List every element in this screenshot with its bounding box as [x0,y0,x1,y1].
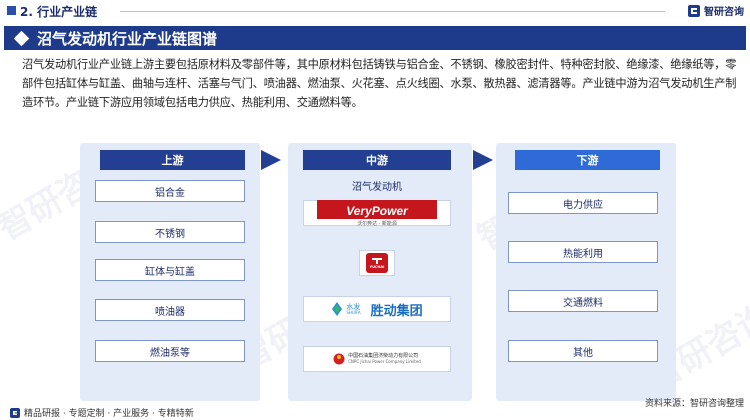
arrow-right-icon [473,150,493,170]
shuifa-logo-icon [332,302,343,316]
cnpc-logo-subtext: CNPC Jichai Power Company Limited [348,358,421,364]
upstream-item: 缸体与缸盖 [95,259,245,281]
midstream-label: 沼气发动机 [352,182,402,193]
arrow-right-icon [261,150,281,170]
data-source: 资料来源：智研咨询整理 [644,399,744,409]
downstream-header: 下游 [515,150,660,170]
yuchai-logo-text: YUCHAI [369,265,385,269]
brand-name: 智研咨询 [704,7,744,18]
downstream-column [496,143,676,401]
footer-logo-icon [10,407,20,418]
shuifa-logo-subtext: SHUIFA [346,309,361,315]
downstream-item: 交通燃料 [508,290,658,312]
brand-logo-icon [688,4,700,17]
upstream-item: 喷油器 [95,299,245,321]
footer-tagline: 精品研报 · 专题定制 · 产业服务 · 专精特新 [24,409,194,419]
shengdong-logo: 水发 SHUIFA 胜动集团 [303,296,451,322]
header-divider [120,11,665,12]
description-paragraph: 沼气发动机行业产业链上游主要包括原材料及零部件等，其中原材料包括铸铁与铝合金、不… [22,58,737,109]
verypower-logo-subtext: 沃尔奔达 · 新能源 [357,220,397,227]
midstream-header: 中游 [303,150,451,170]
page-title: 沼气发动机行业产业链图谱 [37,29,218,48]
title-banner: 沼气发动机行业产业链图谱 [4,26,746,50]
section-marker-icon [7,6,16,15]
upstream-item: 不锈钢 [95,221,245,243]
brand: 智研咨询 [687,3,744,18]
footer: 精品研报 · 专题定制 · 产业服务 · 专精特新 资料来源：智研咨询整理 [0,399,750,420]
verypower-logo-text: VeryPower [346,203,408,218]
section-title: 2. 行业产业链 [20,5,98,19]
downstream-item: 电力供应 [508,192,658,214]
top-header: 2. 行业产业链 智研咨询 [0,0,750,22]
shengdong-logo-text: 胜动集团 [370,303,423,319]
upstream-item: 铝合金 [95,180,245,202]
diamond-icon [13,30,30,46]
downstream-item: 热能利用 [508,241,658,263]
yuchai-emblem-icon [372,258,382,264]
upstream-header: 上游 [100,150,245,170]
yuchai-logo: YUCHAI [359,250,395,276]
upstream-item: 燃油泵等 [95,340,245,362]
footer-tagline-group: 精品研报 · 专题定制 · 产业服务 · 专精特新 [10,406,194,419]
verypower-logo: VeryPower 沃尔奔达 · 新能源 [303,199,451,227]
cnpc-jichai-logo: 中国石油集团济柴动力有限公司 CNPC Jichai Power Company… [303,346,451,372]
downstream-item: 其他 [508,340,658,362]
cnpc-emblem-icon [333,353,345,365]
